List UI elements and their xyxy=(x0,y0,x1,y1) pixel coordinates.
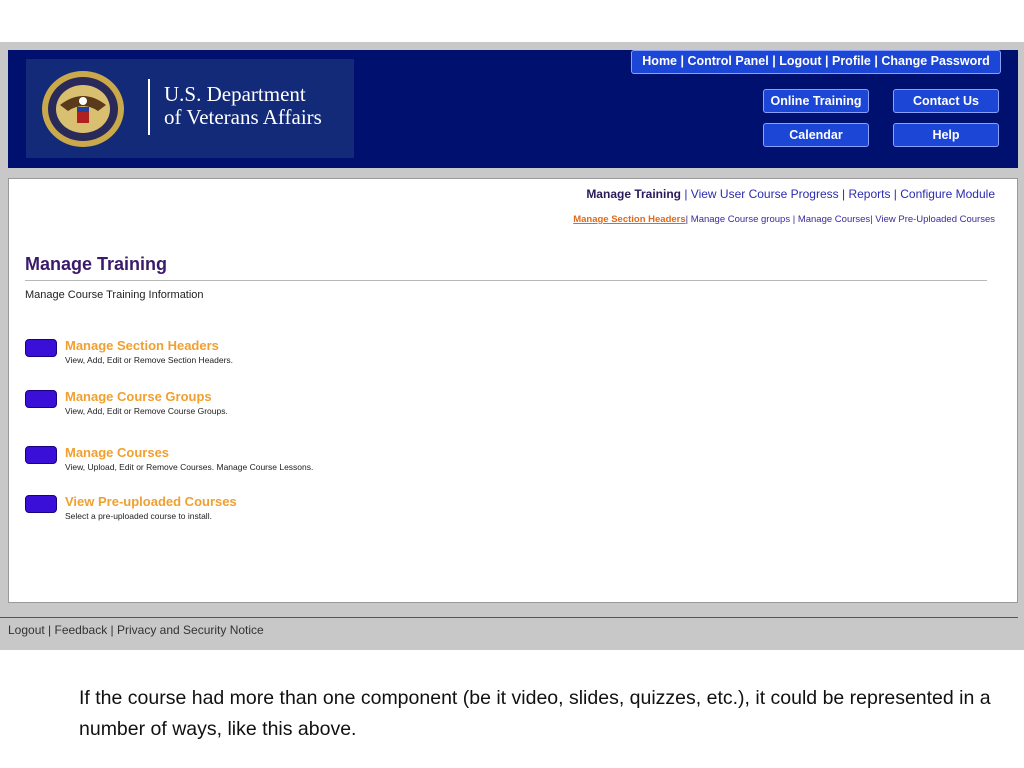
manage-course-groups-button[interactable] xyxy=(25,390,57,408)
item-description: Select a pre-uploaded course to install. xyxy=(65,511,212,521)
view-pre-uploaded-courses-button[interactable] xyxy=(25,495,57,513)
logo-text: U.S. Department of Veterans Affairs xyxy=(164,83,322,129)
footer-divider xyxy=(0,617,1018,618)
subnav-view-pre-uploaded-courses[interactable]: View Pre-Uploaded Courses xyxy=(875,214,995,225)
footer-logout-link[interactable]: Logout xyxy=(8,623,45,637)
nav-home-link[interactable]: Home xyxy=(642,54,677,68)
logo-line-2: of Veterans Affairs xyxy=(164,105,322,129)
subnav-reports[interactable]: Reports xyxy=(848,187,890,201)
primary-subnav: Manage Training | View User Course Progr… xyxy=(586,187,995,201)
site-header: U.S. Department of Veterans Affairs Home… xyxy=(8,50,1018,168)
va-logo[interactable]: U.S. Department of Veterans Affairs xyxy=(26,59,354,158)
main-content: Manage Training | View User Course Progr… xyxy=(8,178,1018,603)
title-divider xyxy=(25,280,987,281)
manage-section-headers-button[interactable] xyxy=(25,339,57,357)
help-button[interactable]: Help xyxy=(893,123,999,147)
nav-change-password-link[interactable]: Change Password xyxy=(881,54,989,68)
subnav-configure-module[interactable]: Configure Module xyxy=(900,187,995,201)
calendar-button[interactable]: Calendar xyxy=(763,123,869,147)
slide-caption: If the course had more than one componen… xyxy=(79,687,991,740)
subnav-manage-courses[interactable]: Manage Courses xyxy=(798,214,870,225)
page-title: Manage Training xyxy=(25,254,168,274)
manage-course-groups-link[interactable]: Manage Course Groups xyxy=(65,389,212,404)
online-training-button[interactable]: Online Training xyxy=(763,89,869,113)
top-nav-links: Home | Control Panel | Logout | Profile … xyxy=(631,50,1001,74)
item-description: View, Add, Edit or Remove Section Header… xyxy=(65,355,234,365)
view-pre-uploaded-courses-link[interactable]: View Pre-uploaded Courses xyxy=(65,494,237,509)
manage-section-headers-link[interactable]: Manage Section Headers xyxy=(65,338,219,353)
footer-links: Logout | Feedback | Privacy and Security… xyxy=(8,623,264,637)
subnav-manage-course-groups[interactable]: Manage Course groups xyxy=(691,214,790,225)
subnav-view-user-course-progress[interactable]: View User Course Progress xyxy=(691,187,839,201)
manage-courses-link[interactable]: Manage Courses xyxy=(65,445,169,460)
logo-line-1: U.S. Department xyxy=(164,82,306,106)
manage-courses-button[interactable] xyxy=(25,446,57,464)
va-seal-icon xyxy=(42,71,124,147)
nav-profile-link[interactable]: Profile xyxy=(832,54,871,68)
subnav-manage-training[interactable]: Manage Training xyxy=(586,187,681,201)
subnav-manage-section-headers[interactable]: Manage Section Headers xyxy=(573,214,685,225)
secondary-subnav: Manage Section Headers| Manage Course gr… xyxy=(573,214,995,225)
nav-control-panel-link[interactable]: Control Panel xyxy=(687,54,768,68)
footer-privacy-link[interactable]: Privacy and Security Notice xyxy=(117,623,264,637)
item-description: View, Add, Edit or Remove Course Groups. xyxy=(65,406,228,416)
footer-feedback-link[interactable]: Feedback xyxy=(55,623,108,637)
page-subtitle: Manage Course Training Information xyxy=(25,289,204,301)
nav-logout-link[interactable]: Logout xyxy=(779,54,821,68)
contact-us-button[interactable]: Contact Us xyxy=(893,89,999,113)
item-description: View, Upload, Edit or Remove Courses. Ma… xyxy=(65,462,314,472)
logo-divider xyxy=(148,79,150,135)
